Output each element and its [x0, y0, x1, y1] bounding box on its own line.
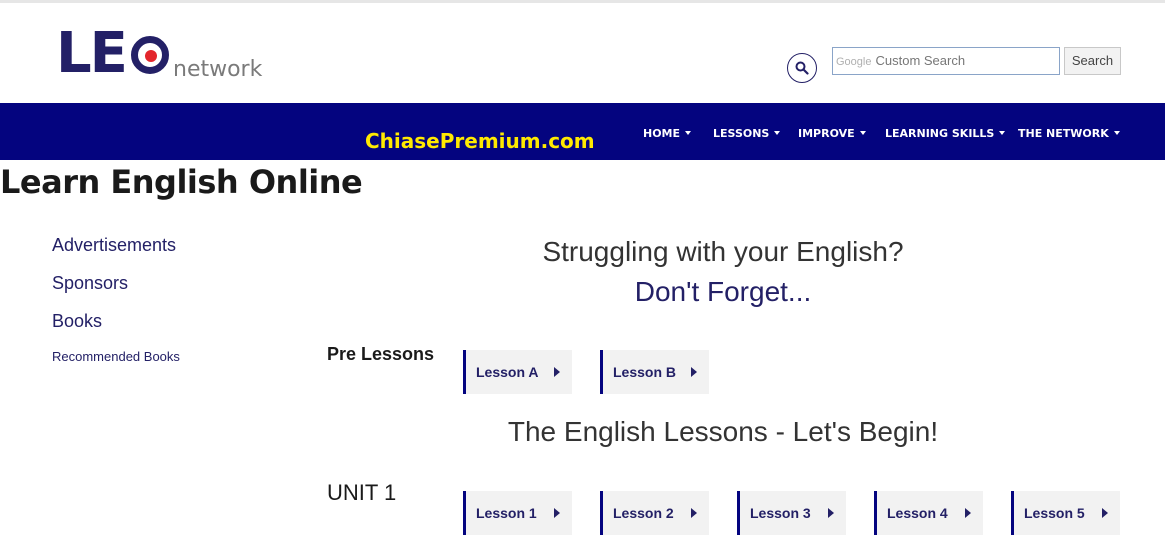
arrow-right-icon	[691, 367, 697, 377]
lesson-3-label: Lesson 3	[750, 505, 811, 521]
sidebar-link-sponsors[interactable]: Sponsors	[52, 273, 128, 294]
arrow-right-icon	[965, 508, 971, 518]
lesson-3-button[interactable]: Lesson 3	[737, 491, 846, 535]
arrow-right-icon	[554, 367, 560, 377]
lesson-5-label: Lesson 5	[1024, 505, 1085, 521]
top-border	[0, 0, 1165, 3]
sidebar-link-books[interactable]: Books	[52, 311, 102, 332]
caret-down-icon	[685, 131, 692, 135]
page-title: Learn English Online	[0, 163, 363, 201]
custom-search-input[interactable]: Google Custom Search	[832, 47, 1060, 75]
lesson-1-button[interactable]: Lesson 1	[463, 491, 572, 535]
lesson-b-button[interactable]: Lesson B	[600, 350, 709, 394]
nav-lessons[interactable]: LESSONS	[713, 127, 781, 140]
lesson-a-label: Lesson A	[476, 364, 539, 380]
logo-target-icon	[131, 36, 169, 74]
arrow-right-icon	[554, 508, 560, 518]
nav-the-network-label: THE NETWORK	[1018, 127, 1109, 140]
search-icon-button[interactable]	[787, 53, 817, 83]
search-placeholder: Custom Search	[875, 53, 966, 68]
headline-struggling: Struggling with your English?	[542, 236, 904, 267]
caret-down-icon	[774, 131, 781, 135]
lesson-2-button[interactable]: Lesson 2	[600, 491, 709, 535]
lesson-2-label: Lesson 2	[613, 505, 674, 521]
logo-subtext: network	[173, 57, 263, 82]
arrow-right-icon	[1102, 508, 1108, 518]
search-icon	[795, 61, 809, 75]
lesson-1-label: Lesson 1	[476, 505, 537, 521]
brand-watermark: ChiasePremium.com	[365, 129, 595, 153]
caret-down-icon	[999, 131, 1006, 135]
headline-dont-forget: Don't Forget...	[634, 276, 812, 307]
google-logo: Google	[836, 56, 872, 68]
lesson-a-button[interactable]: Lesson A	[463, 350, 572, 394]
nav-lessons-label: LESSONS	[713, 127, 770, 140]
lesson-4-label: Lesson 4	[887, 505, 948, 521]
unit-1-label: UNIT 1	[327, 480, 397, 505]
arrow-right-icon	[691, 508, 697, 518]
headline-lets-begin: The English Lessons - Let's Begin!	[507, 416, 939, 447]
lesson-5-button[interactable]: Lesson 5	[1011, 491, 1120, 535]
caret-down-icon	[859, 131, 866, 135]
nav-learning-skills[interactable]: LEARNING SKILLS	[885, 127, 1006, 140]
nav-home[interactable]: HOME	[643, 127, 692, 140]
nav-home-label: HOME	[643, 127, 681, 140]
sidebar-link-recommended-books[interactable]: Recommended Books	[52, 349, 180, 364]
arrow-right-icon	[828, 508, 834, 518]
leo-network-logo[interactable]: LE network	[56, 24, 276, 84]
sidebar-link-advertisements[interactable]: Advertisements	[52, 235, 176, 256]
lesson-b-label: Lesson B	[613, 364, 677, 380]
search-button[interactable]: Search	[1064, 47, 1121, 75]
pre-lessons-label: Pre Lessons	[327, 344, 435, 364]
nav-the-network[interactable]: THE NETWORK	[1018, 127, 1120, 140]
nav-learning-skills-label: LEARNING SKILLS	[885, 127, 995, 140]
nav-improve-label: IMPROVE	[798, 127, 855, 140]
caret-down-icon	[1113, 131, 1120, 135]
lesson-4-button[interactable]: Lesson 4	[874, 491, 983, 535]
main-navbar: ChiasePremium.com HOME LESSONS IMPROVE L…	[0, 103, 1165, 160]
nav-improve[interactable]: IMPROVE	[798, 127, 866, 140]
logo-wordmark: LE	[56, 21, 128, 86]
